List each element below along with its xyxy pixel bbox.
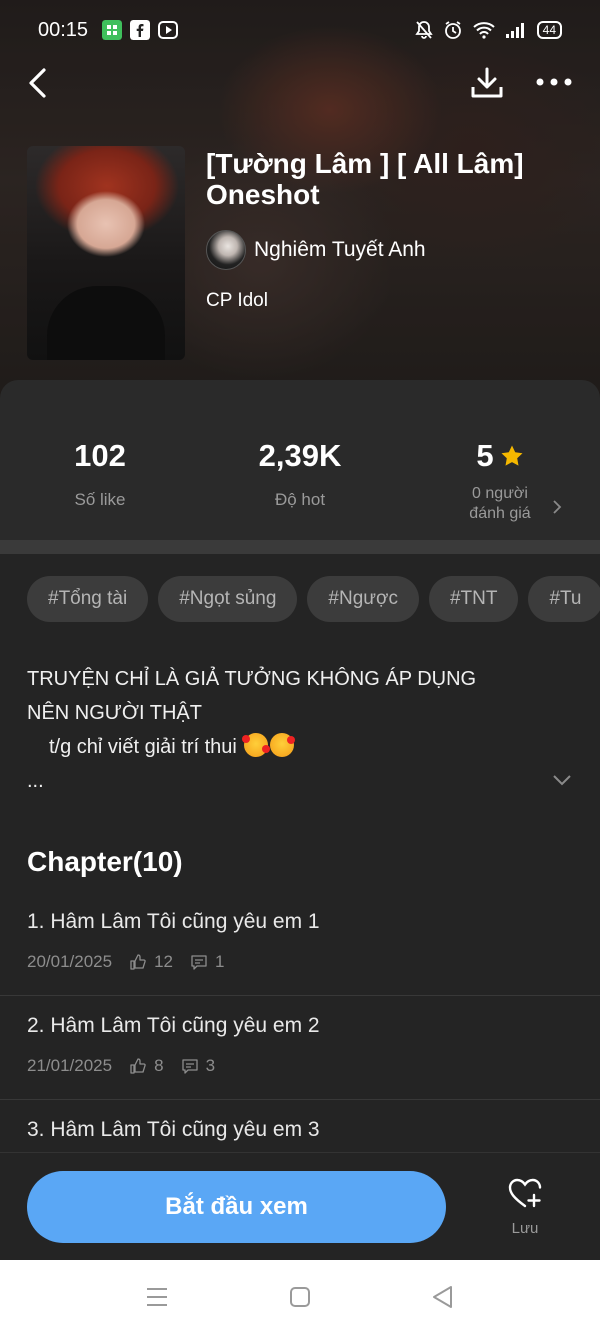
grid-app-icon (102, 20, 123, 40)
rating-label: 0 người đánh giá (400, 484, 600, 524)
status-right: 44 (414, 20, 562, 40)
stats-card: 102 Số like 2,39K Độ hot 5 0 người đánh … (0, 380, 600, 540)
thumbs-up-icon (130, 954, 146, 970)
stat-rating[interactable]: 5 0 người đánh giá (400, 438, 600, 524)
chapter-title[interactable]: 3. Hâm Lâm Tôi cũng yêu em 3 (27, 1118, 320, 1142)
chevron-down-icon[interactable] (552, 773, 572, 787)
save-button[interactable]: Lưu (495, 1177, 555, 1237)
stat-hot: 2,39K Độ hot (200, 438, 400, 510)
chapter-item[interactable]: 1. Hâm Lâm Tôi cũng yêu em 1 20/01/2025 … (0, 892, 600, 996)
description-line: TRUYỆN CHỈ LÀ GIẢ TƯỞNG KHÔNG ÁP DỤNG (27, 668, 477, 690)
author-avatar[interactable] (206, 230, 246, 270)
rating-value-row: 5 (400, 438, 600, 474)
screen-icon (158, 21, 179, 39)
chapter-meta: 20/01/2025 12 1 (27, 952, 224, 972)
story-description: TRUYỆN CHỈ LÀ GIẢ TƯỞNG KHÔNG ÁP DỤNG NÊ… (27, 662, 547, 798)
tag-item[interactable]: #Ngọt sủng (158, 576, 298, 622)
menu-icon[interactable] (144, 1284, 170, 1310)
rating-label-line1: 0 người (472, 485, 528, 502)
back-triangle-icon[interactable] (430, 1284, 456, 1310)
author-name[interactable]: Nghiêm Tuyết Anh (254, 238, 426, 262)
description-line-with-emoji: t/g chỉ viết giải trí thui (27, 730, 547, 764)
status-bar: 00:15 44 (0, 0, 600, 60)
story-category[interactable]: CP Idol (206, 290, 576, 312)
chevron-right-icon[interactable] (552, 500, 562, 514)
hot-value: 2,39K (258, 438, 342, 473)
thumbs-up-icon (130, 1058, 146, 1074)
likes-value: 102 (74, 438, 126, 473)
author-row[interactable]: Nghiêm Tuyết Anh (206, 230, 576, 270)
chapter-likes: 8 (154, 1056, 164, 1075)
kissing-face-emoji-icon (270, 733, 296, 757)
comment-icon (191, 955, 207, 970)
home-square-icon[interactable] (287, 1284, 313, 1310)
chapter-meta: 21/01/2025 8 3 (27, 1056, 215, 1076)
battery-indicator: 44 (536, 21, 562, 39)
back-icon[interactable] (24, 66, 54, 100)
hot-label: Độ hot (274, 490, 326, 509)
tag-item[interactable]: #TNT (428, 576, 519, 622)
tag-item[interactable]: #Tu (528, 576, 600, 622)
chapter-likes: 12 (154, 952, 174, 971)
chapter-comments: 1 (215, 952, 225, 971)
description-ellipsis: ... (27, 770, 44, 792)
heart-plus-icon (508, 1178, 542, 1208)
chapter-date: 20/01/2025 (27, 952, 113, 971)
start-reading-button[interactable]: Bắt đầu xem (27, 1171, 446, 1243)
cover-figure (47, 286, 165, 360)
more-options-icon[interactable] (536, 74, 572, 90)
comment-icon (181, 1059, 198, 1074)
chapter-title[interactable]: 1. Hâm Lâm Tôi cũng yêu em 1 (27, 910, 320, 934)
status-app-icons (102, 20, 179, 40)
status-time: 00:15 (38, 18, 89, 41)
description-line: NÊN NGƯỜI THẬT (27, 702, 202, 724)
chapter-heading: Chapter(10) (27, 846, 183, 877)
chapter-title[interactable]: 2. Hâm Lâm Tôi cũng yêu em 2 (27, 1014, 320, 1038)
section-divider (0, 540, 600, 554)
stat-likes: 102 Số like (0, 438, 200, 510)
bottom-action-bar: Bắt đầu xem Lưu (0, 1152, 600, 1260)
chapter-date: 21/01/2025 (27, 1056, 113, 1075)
smiling-hearts-emoji-icon (242, 733, 271, 757)
signal-icon (505, 23, 524, 38)
rating-label-line2: đánh giá (469, 505, 531, 522)
save-label: Lưu (511, 1220, 539, 1237)
mute-bell-icon (414, 21, 433, 39)
star-icon (501, 445, 523, 466)
story-info: [Tường Lâm ] [ All Lâm] Oneshot Nghiêm T… (206, 148, 576, 312)
description-line: t/g chỉ viết giải trí thui (49, 736, 237, 758)
chapter-comments: 3 (205, 1056, 216, 1075)
rating-value: 5 (476, 438, 494, 473)
story-cover-image[interactable] (27, 146, 185, 360)
tag-item[interactable]: #Ngược (307, 576, 419, 622)
download-icon[interactable] (470, 66, 504, 100)
likes-label: Số like (74, 490, 126, 509)
story-title: [Tường Lâm ] [ All Lâm] Oneshot (206, 148, 524, 210)
chapter-item[interactable]: 2. Hâm Lâm Tôi cũng yêu em 2 21/01/2025 … (0, 996, 600, 1100)
wifi-icon (472, 22, 495, 39)
top-bar (0, 60, 600, 106)
system-navigation-bar (0, 1260, 600, 1333)
tag-list: #Tổng tài #Ngọt sủng #Ngược #TNT #Tu (27, 576, 600, 622)
alarm-icon (444, 21, 461, 39)
facebook-icon (130, 20, 151, 40)
tag-item[interactable]: #Tổng tài (27, 576, 149, 622)
